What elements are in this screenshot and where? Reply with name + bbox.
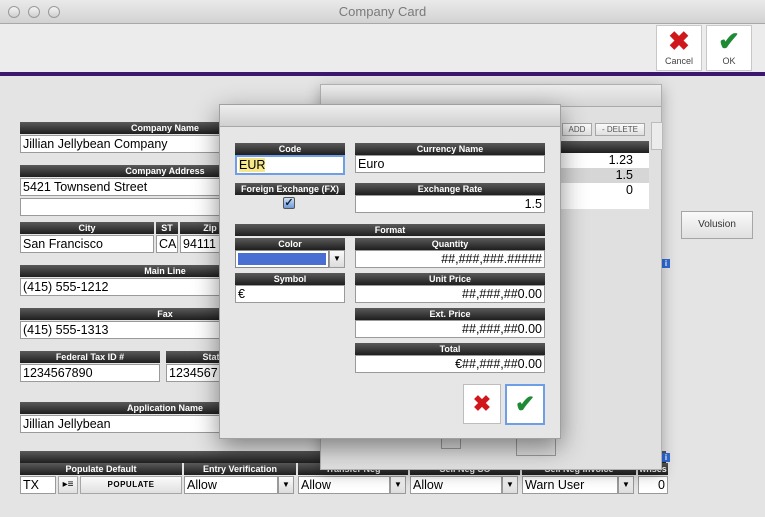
title-bar: Company Card (0, 0, 765, 24)
exchange-rate-field[interactable]: 1.5 (355, 195, 545, 213)
city-header: City (20, 222, 154, 234)
rate-row-selected[interactable]: 1.5 (561, 168, 649, 183)
currency-name-header: Currency Name (355, 143, 545, 155)
populate-button[interactable]: Populate (80, 476, 182, 494)
info-icon[interactable]: i (662, 453, 670, 462)
symbol-header: Symbol (235, 273, 345, 285)
color-header: Color (235, 238, 345, 250)
window-title: Company Card (338, 4, 427, 19)
ext-price-header: Ext. Price (355, 308, 545, 320)
currency-rate-list[interactable]: 1.23 1.5 0 (561, 153, 649, 209)
sell-neg-so-select[interactable]: Allow (410, 476, 502, 494)
volusion-button[interactable]: Volusion (681, 211, 753, 239)
populate-default-field[interactable]: TX (20, 476, 56, 494)
rate-row[interactable]: 1.23 (561, 153, 649, 168)
rate-column-header (561, 141, 649, 153)
toolbar-cancel-button[interactable]: ✖ Cancel (656, 25, 702, 71)
dialog-cancel-button[interactable]: ✖ (463, 384, 501, 424)
populate-default-header: Populate Default (20, 463, 182, 475)
total-format-field[interactable]: €##,###,##0.00 (355, 355, 545, 373)
chevron-down-icon[interactable]: ▼ (618, 476, 634, 494)
symbol-field[interactable]: € (235, 285, 345, 303)
ext-price-format-field[interactable]: ##,###,##0.00 (355, 320, 545, 338)
toolbar-ok-label: OK (722, 56, 736, 66)
sell-neg-invoice-select[interactable]: Warn User (522, 476, 618, 494)
code-header: Code (235, 143, 345, 155)
whses-field[interactable]: 0 (638, 476, 668, 494)
checkmark-icon: ✔ (514, 391, 536, 418)
quantity-format-field[interactable]: ##,###,###.##### (355, 250, 545, 268)
add-currency-button[interactable]: ADD (562, 123, 592, 136)
chevron-down-icon[interactable]: ▼ (278, 476, 294, 494)
chevron-down-icon[interactable]: ▼ (390, 476, 406, 494)
toolbar (0, 24, 765, 72)
scrollbar[interactable] (651, 122, 663, 150)
unit-price-header: Unit Price (355, 273, 545, 285)
dialog-ok-button[interactable]: ✔ (505, 384, 545, 425)
delete-currency-button[interactable]: - DELETE (595, 123, 645, 136)
code-field-text: EUR (239, 158, 266, 172)
rate-row[interactable]: 0 (561, 183, 649, 198)
dialog-titlebar (220, 105, 560, 127)
cancel-x-icon: ✖ (472, 391, 492, 416)
chevron-down-icon[interactable]: ▼ (502, 476, 518, 494)
color-select[interactable] (235, 250, 329, 268)
state-field[interactable]: CA (156, 235, 178, 253)
toolbar-ok-button[interactable]: ✔ OK (706, 25, 752, 71)
toolbar-cancel-label: Cancel (664, 56, 693, 66)
state-header: ST (156, 222, 178, 234)
fx-header: Foreign Exchange (FX) (235, 183, 345, 195)
code-field[interactable]: EUR (235, 155, 345, 175)
format-header: Format (235, 224, 545, 236)
quantity-header: Quantity (355, 238, 545, 250)
total-header: Total (355, 343, 545, 355)
currency-name-field[interactable]: Euro (355, 155, 545, 173)
color-swatch (238, 253, 326, 265)
transfer-neg-select[interactable]: Allow (298, 476, 390, 494)
cancel-x-icon: ✖ (668, 26, 690, 56)
city-field[interactable]: San Francisco (20, 235, 154, 253)
exchange-rate-header: Exchange Rate (355, 183, 545, 195)
currency-dialog: Code EUR Currency Name Euro Foreign Exch… (219, 104, 561, 439)
entry-verification-select[interactable]: Allow (184, 476, 278, 494)
entry-verification-header: Entry Verification (184, 463, 296, 475)
chevron-down-icon[interactable]: ▼ (329, 250, 345, 268)
list-picker-icon[interactable]: ▸≡ (58, 476, 78, 494)
unit-price-format-field[interactable]: ##,###,##0.00 (355, 285, 545, 303)
info-icon[interactable]: i (662, 259, 670, 268)
federal-tax-field[interactable]: 1234567890 (20, 364, 160, 382)
fx-checkbox[interactable]: ✓ (283, 197, 295, 209)
federal-tax-header: Federal Tax ID # (20, 351, 160, 363)
checkmark-icon: ✔ (718, 26, 740, 56)
